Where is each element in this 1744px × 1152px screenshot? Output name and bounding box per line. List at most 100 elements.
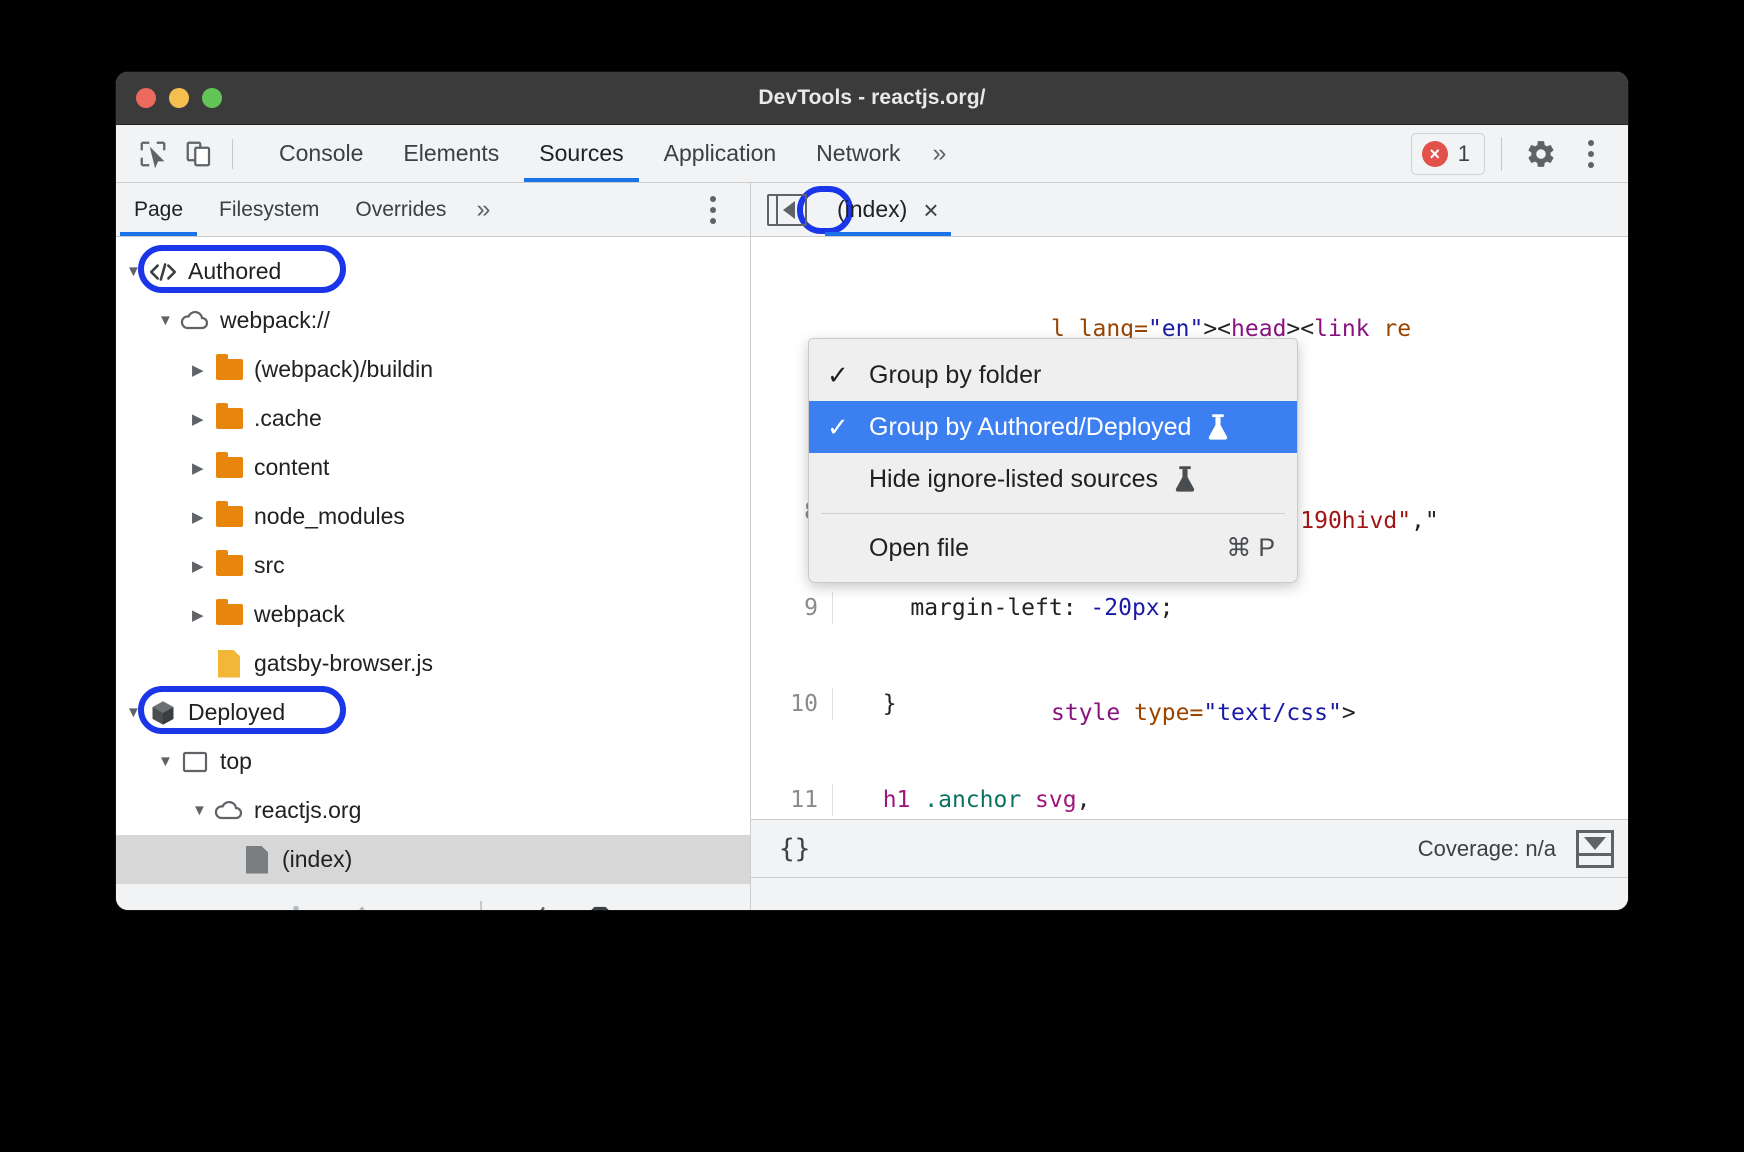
tree-row-index-file[interactable]: (index) (116, 835, 750, 884)
editor-tab-index[interactable]: (index) × (825, 183, 951, 236)
tree-label-index: (index) (282, 846, 352, 873)
menu-item-hide-ignore-listed-sources[interactable]: Hide ignore-listed sources (809, 453, 1297, 505)
experiment-flask-icon (1205, 413, 1231, 441)
debugger-sidebar-tabs: Scope Watch (751, 878, 1628, 910)
minimize-window-button[interactable] (169, 88, 189, 108)
tab-network[interactable]: Network (796, 125, 920, 182)
code-line: 11 h1 .anchor svg, (751, 784, 1628, 816)
navigator-more-options-button[interactable] (690, 187, 736, 233)
error-count-badge[interactable]: × 1 (1411, 133, 1485, 175)
cloud-icon (178, 310, 212, 332)
toolbar-divider (232, 139, 233, 169)
gear-icon[interactable] (1518, 131, 1564, 177)
tree-label-webpack-origin: webpack:// (220, 307, 330, 334)
code-line: 10 } (751, 688, 1628, 720)
error-circle-icon: × (1422, 141, 1448, 167)
expand-arrow-icon[interactable] (158, 312, 178, 329)
collapse-arrow-icon[interactable] (192, 508, 212, 526)
tree-row-deployed[interactable]: Deployed (116, 688, 750, 737)
underline-bar (1579, 853, 1611, 856)
menu-item-label: Group by Authored/Deployed (869, 413, 1191, 442)
step-over-icon[interactable] (208, 899, 252, 911)
menu-item-group-by-folder[interactable]: ✓ Group by folder (809, 349, 1297, 401)
devtools-main-toolbar: Console Elements Sources Application Net… (116, 125, 1628, 183)
format-source-icon[interactable] (1576, 830, 1614, 868)
code-brackets-icon (146, 260, 180, 284)
tree-row-folder[interactable]: src (116, 541, 750, 590)
screenshot-root: DevTools - reactjs.org/ Console Ele (0, 0, 1744, 1152)
device-toolbar-icon[interactable] (176, 131, 222, 177)
nav-tab-page[interactable]: Page (116, 183, 201, 236)
tree-row-authored[interactable]: Authored (116, 247, 750, 296)
tree-label-webpack: webpack (254, 601, 345, 628)
tree-row-file[interactable]: gatsby-browser.js (116, 639, 750, 688)
menu-item-label: Group by folder (869, 361, 1041, 390)
more-navigator-tabs-chevron-icon[interactable]: » (464, 195, 502, 224)
tree-row-frame-top[interactable]: top (116, 737, 750, 786)
tree-row-folder[interactable]: webpack (116, 590, 750, 639)
collapse-arrow-icon[interactable] (192, 410, 212, 428)
folder-icon (212, 506, 246, 527)
debugger-divider (480, 901, 482, 911)
collapse-arrow-icon[interactable] (192, 606, 212, 624)
tree-row-origin-reactjs[interactable]: reactjs.org (116, 786, 750, 835)
window-controls[interactable] (116, 88, 222, 108)
line-number: 9 (751, 592, 833, 624)
step-out-icon[interactable] (340, 899, 384, 911)
collapse-arrow-icon[interactable] (192, 459, 212, 477)
js-file-icon (212, 650, 246, 678)
coverage-label: Coverage: n/a (1418, 836, 1576, 862)
maximize-window-button[interactable] (202, 88, 222, 108)
menu-item-label: Open file (869, 534, 969, 563)
error-count-label: 1 (1458, 141, 1470, 167)
show-navigator-icon[interactable] (767, 194, 807, 226)
tree-label-content: content (254, 454, 329, 481)
window-titlebar: DevTools - reactjs.org/ (116, 72, 1628, 125)
navigator-tabs: Page Filesystem Overrides » (116, 183, 751, 236)
expand-arrow-icon[interactable] (126, 704, 146, 721)
close-window-button[interactable] (136, 88, 156, 108)
devtools-window: DevTools - reactjs.org/ Console Ele (116, 72, 1628, 910)
tab-elements[interactable]: Elements (383, 125, 519, 182)
tree-label-authored: Authored (188, 258, 281, 285)
navigator-panel-bar (769, 196, 778, 224)
tree-row-folder[interactable]: node_modules (116, 492, 750, 541)
close-icon[interactable]: × (923, 197, 938, 223)
menu-item-group-by-authored-deployed[interactable]: ✓ Group by Authored/Deployed (809, 401, 1297, 453)
menu-item-shortcut: ⌘ P (1226, 533, 1275, 563)
tree-row-folder[interactable]: (webpack)/buildin (116, 345, 750, 394)
kebab-dots (1588, 140, 1594, 168)
nav-tab-filesystem[interactable]: Filesystem (201, 183, 337, 236)
more-panels-chevron-icon[interactable]: » (921, 139, 959, 168)
navigator-options-menu[interactable]: ✓ Group by folder ✓ Group by Authored/De… (808, 338, 1298, 583)
tree-row-folder[interactable]: content (116, 443, 750, 492)
tree-label-webpack-buildin: (webpack)/buildin (254, 356, 433, 383)
tab-application[interactable]: Application (644, 125, 797, 182)
deactivate-breakpoints-icon[interactable] (512, 899, 556, 911)
menu-item-label: Hide ignore-listed sources (869, 465, 1158, 494)
pause-icon[interactable] (142, 899, 186, 911)
tree-row-folder[interactable]: .cache (116, 394, 750, 443)
menu-item-open-file[interactable]: Open file ⌘ P (809, 522, 1297, 574)
tree-label-reactjs-org: reactjs.org (254, 797, 361, 824)
panel-tab-list: Console Elements Sources Application Net… (259, 125, 958, 182)
collapse-arrow-icon[interactable] (192, 557, 212, 575)
tree-label-deployed: Deployed (188, 699, 285, 726)
expand-arrow-icon[interactable] (126, 263, 146, 280)
pretty-print-icon[interactable]: {} (765, 834, 824, 864)
main-kebab-menu-icon[interactable] (1568, 131, 1614, 177)
pause-on-exceptions-icon[interactable] (578, 899, 622, 911)
tab-console[interactable]: Console (259, 125, 383, 182)
step-into-icon[interactable] (274, 899, 318, 911)
tab-sources[interactable]: Sources (519, 125, 643, 182)
menu-divider (821, 513, 1285, 514)
collapse-arrow-icon[interactable] (192, 361, 212, 379)
nav-tab-overrides[interactable]: Overrides (337, 183, 464, 236)
tree-label-top: top (220, 748, 252, 775)
step-icon[interactable] (406, 899, 450, 911)
inspect-cursor-icon[interactable] (130, 131, 176, 177)
tree-row-webpack-origin[interactable]: webpack:// (116, 296, 750, 345)
expand-arrow-icon[interactable] (158, 753, 178, 770)
expand-arrow-icon[interactable] (192, 802, 212, 819)
editor-status-bar: {} Coverage: n/a (751, 819, 1628, 877)
